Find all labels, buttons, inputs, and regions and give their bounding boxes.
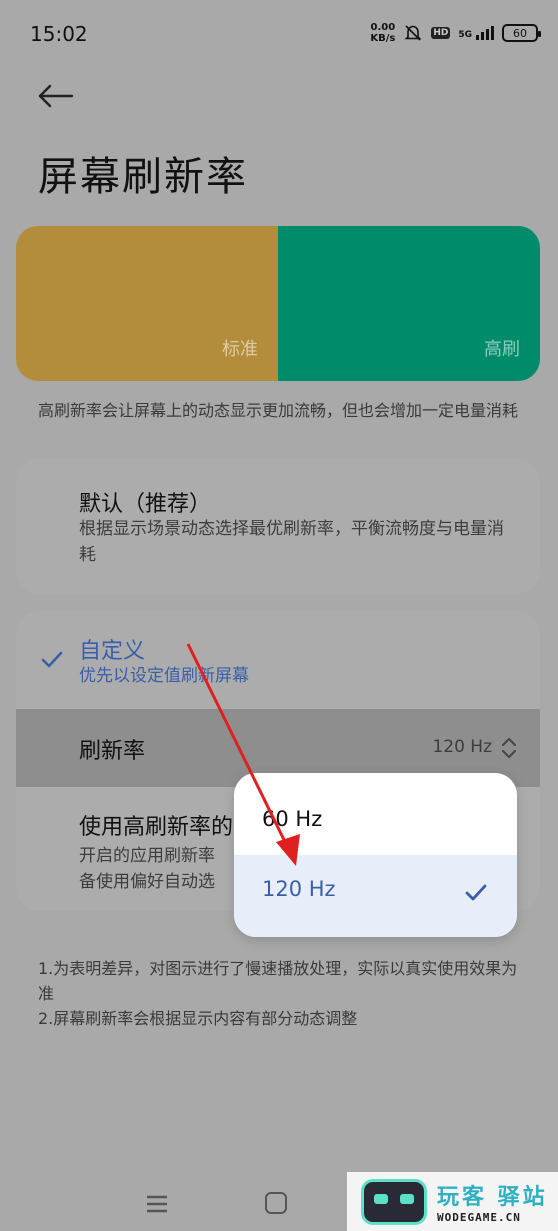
status-bar: 15:02 0.00 KB/s HD 5G 60 (0, 0, 558, 70)
popup-option-label: 60 Hz (262, 807, 323, 831)
back-arrow-icon (38, 84, 74, 108)
signal-icon: 5G (458, 26, 494, 40)
option-default-title: 默认（推荐） (79, 492, 212, 517)
refresh-rate-label: 刷新率 (79, 739, 146, 764)
status-time: 15:02 (30, 22, 88, 46)
home-button[interactable] (265, 1192, 287, 1214)
footnote-1: 1.为表明差异，对图示进行了慢速播放处理，实际以真实使用效果为准 (38, 959, 518, 1003)
popup-option-label: 120 Hz (262, 877, 336, 901)
up-down-icon (502, 738, 516, 758)
popup-option-120hz[interactable]: 120 Hz (234, 855, 517, 937)
option-custom[interactable]: 自定义 优先以设定值刷新屏幕 (16, 611, 540, 709)
watermark-logo: 玩客 驿站 WODEGAME.CN (347, 1172, 558, 1231)
watermark-cn: 玩客 驿站 (437, 1185, 548, 1210)
option-custom-title: 自定义 (79, 639, 146, 664)
menu-icon[interactable] (145, 1194, 169, 1214)
preview-high: 高刷 (278, 226, 540, 381)
check-icon (465, 884, 487, 901)
robot-logo-icon (361, 1178, 427, 1225)
battery-icon: 60 (502, 24, 541, 42)
back-button[interactable] (36, 80, 76, 112)
preview-standard: 标准 (16, 226, 278, 381)
refresh-preview: 标准 高刷 (16, 226, 540, 381)
refresh-rate-value: 120 Hz (432, 737, 492, 757)
network-speed: 0.00 KB/s (370, 22, 395, 44)
check-icon (41, 651, 63, 668)
high-refresh-apps-title: 使用高刷新率的 (79, 815, 234, 840)
footnotes: 1.为表明差异，对图示进行了慢速播放处理，实际以真实使用效果为准 2.屏幕刷新率… (38, 956, 528, 1031)
popup-option-60hz[interactable]: 60 Hz (234, 773, 517, 855)
preview-standard-label: 标准 (222, 339, 258, 360)
refresh-rate-popup: 60 Hz 120 Hz (234, 773, 517, 937)
watermark-en: WODEGAME.CN (437, 1211, 521, 1224)
page-title: 屏幕刷新率 (38, 154, 248, 200)
status-icons: 0.00 KB/s HD 5G 60 (370, 22, 541, 44)
footnote-2: 2.屏幕刷新率会根据显示内容有部分动态调整 (38, 1009, 358, 1028)
description-text: 高刷新率会让屏幕上的动态显示更加流畅，但也会增加一定电量消耗 (38, 401, 519, 420)
mute-bell-icon (404, 25, 422, 41)
network-type: 5G (458, 30, 472, 40)
watermark-text: 玩客 驿站 WODEGAME.CN (437, 1179, 548, 1224)
option-default-subtitle: 根据显示场景动态选择最优刷新率，平衡流畅度与电量消耗 (79, 519, 504, 565)
preview-high-label: 高刷 (484, 339, 520, 360)
option-custom-subtitle: 优先以设定值刷新屏幕 (79, 666, 249, 686)
battery-level: 60 (513, 26, 527, 40)
net-speed-unit: KB/s (370, 33, 396, 44)
option-default[interactable]: 默认（推荐） 根据显示场景动态选择最优刷新率，平衡流畅度与电量消耗 (16, 458, 540, 594)
hd-badge: HD (431, 27, 451, 39)
net-speed-value: 0.00 (370, 22, 396, 33)
